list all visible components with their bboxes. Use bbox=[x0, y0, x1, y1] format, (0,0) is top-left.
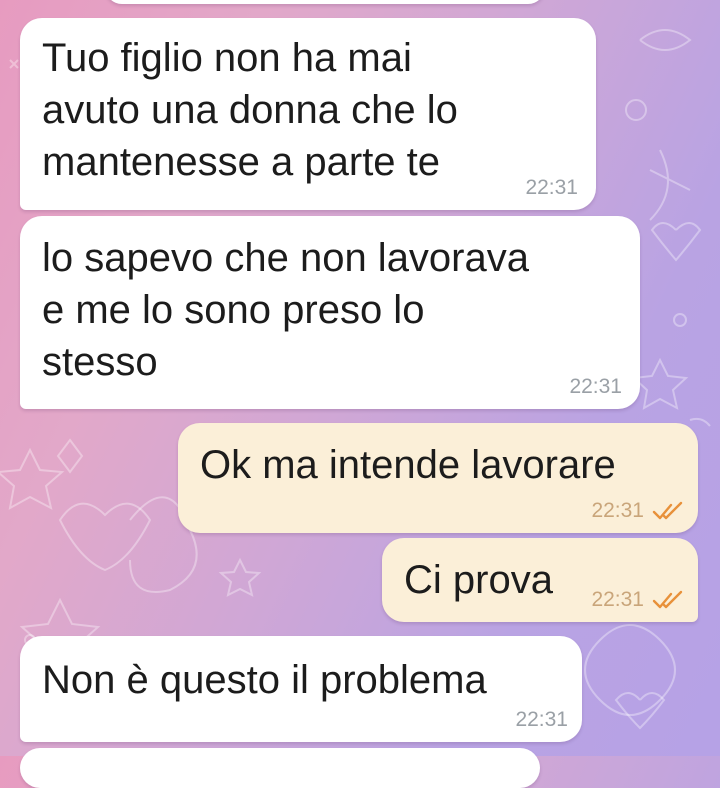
message-text: lo sapevo che non lavorava e me lo sono … bbox=[42, 236, 529, 384]
message-text: Tuo figlio non ha mai avuto una donna ch… bbox=[42, 36, 458, 184]
message-meta: 22:31 bbox=[569, 375, 622, 399]
partial-message-bubble-bottom bbox=[20, 748, 540, 788]
message-meta: 22:31 bbox=[591, 588, 684, 612]
message-text: Ok ma intende lavorare bbox=[200, 443, 616, 487]
message-bubble-incoming[interactable]: Non è questo il problema 22:31 bbox=[20, 636, 582, 742]
message-timestamp: 22:31 bbox=[591, 499, 644, 522]
message-timestamp: 22:31 bbox=[591, 588, 644, 611]
message-bubble-outgoing[interactable]: Ok ma intende lavorare 22:31 bbox=[178, 423, 698, 533]
double-check-icon bbox=[652, 501, 684, 521]
double-check-icon bbox=[652, 590, 684, 610]
message-text: Ci prova bbox=[404, 558, 553, 602]
message-text: Non è questo il problema bbox=[42, 658, 487, 702]
message-meta: 22:31 bbox=[591, 499, 684, 523]
message-timestamp: 22:31 bbox=[525, 176, 578, 199]
message-bubble-incoming[interactable]: Tuo figlio non ha mai avuto una donna ch… bbox=[20, 18, 596, 210]
message-bubble-incoming[interactable]: lo sapevo che non lavorava e me lo sono … bbox=[20, 216, 640, 409]
message-meta: 22:31 bbox=[525, 176, 578, 200]
message-timestamp: 22:31 bbox=[515, 708, 568, 731]
message-meta: 22:31 bbox=[515, 708, 568, 732]
partial-message-bubble-top bbox=[105, 0, 545, 4]
message-timestamp: 22:31 bbox=[569, 375, 622, 398]
message-bubble-outgoing[interactable]: Ci prova 22:31 bbox=[382, 538, 698, 622]
